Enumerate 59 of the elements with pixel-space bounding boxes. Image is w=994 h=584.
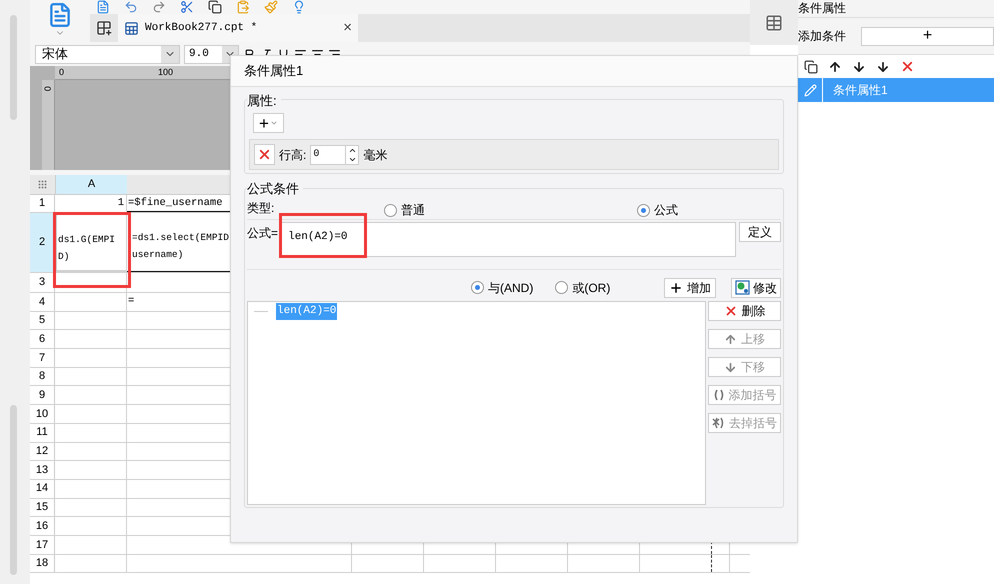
grid-plus-icon <box>96 20 112 36</box>
scrollbar[interactable] <box>10 405 17 575</box>
close-icon <box>257 147 272 162</box>
remove-brackets-icon <box>712 417 725 429</box>
size-select[interactable]: 9.0 <box>184 44 239 64</box>
font-select[interactable]: 宋体 <box>35 44 180 64</box>
plus-icon <box>669 280 683 294</box>
cell-text: =$fine_username <box>128 196 223 211</box>
arrow-down-icon <box>724 360 737 374</box>
copy-icon[interactable] <box>804 60 818 74</box>
redo-icon[interactable] <box>152 0 166 14</box>
row-height-label: 行高: <box>279 146 306 164</box>
file-tab[interactable]: WorkBook277.cpt * × <box>118 14 358 42</box>
radio-button[interactable] <box>555 281 568 294</box>
radio-label: 或(OR) <box>572 280 610 296</box>
type-label: 类型: <box>247 200 274 217</box>
add-property-button[interactable]: + <box>253 113 284 133</box>
bulb-icon[interactable] <box>292 0 306 14</box>
radio-label: 普通 <box>401 202 425 219</box>
list-icon[interactable] <box>96 0 110 14</box>
pencil-icon <box>804 84 816 96</box>
row-height-spinner[interactable]: 0 <box>310 144 360 164</box>
add-button[interactable]: 增加 <box>664 278 716 298</box>
side-button[interactable]: 删除 <box>708 301 781 321</box>
unit-label: 毫米 <box>363 146 388 164</box>
radio-button[interactable] <box>637 204 650 216</box>
row-header[interactable]: 2 <box>30 213 55 272</box>
cell-text: 1 <box>118 196 124 211</box>
radio-label: 公式 <box>654 202 678 219</box>
radio-button[interactable] <box>471 281 484 294</box>
remove-property-button[interactable] <box>254 144 275 165</box>
panel-title: 条件属性 <box>798 1 846 15</box>
add-condition-button[interactable]: + <box>861 26 994 46</box>
undo-icon[interactable] <box>124 0 138 14</box>
ruler: 0 <box>42 80 55 170</box>
formula-field[interactable]: len(A2)=0 <box>279 222 736 257</box>
table-icon[interactable] <box>765 14 783 32</box>
grid-dots-icon <box>38 180 47 189</box>
caret-icon <box>270 119 278 127</box>
scissors-icon[interactable] <box>180 0 194 14</box>
cell-text: = <box>128 294 134 309</box>
scrollbar[interactable] <box>10 15 17 120</box>
cell-text: ds1.G(EMPID) <box>58 233 116 264</box>
cell-text: =ds1.select(EMPID username) <box>132 231 230 262</box>
sheet-icon <box>124 20 139 36</box>
modify-button[interactable]: 修改 <box>731 278 781 298</box>
arrow-up-icon <box>724 332 737 346</box>
formula-label: 公式= <box>247 225 280 242</box>
tab-title: WorkBook277.cpt * <box>145 20 258 36</box>
radio-button[interactable] <box>384 204 397 216</box>
add-condition-label: 添加条件 <box>798 28 846 45</box>
tab-close[interactable]: × <box>343 16 352 40</box>
column-header[interactable]: A <box>55 175 127 194</box>
define-button[interactable]: 定义 <box>739 222 781 242</box>
radio-label: 与(AND) <box>488 280 534 296</box>
copy-icon[interactable] <box>208 0 222 14</box>
delete-icon[interactable] <box>900 59 915 74</box>
brackets-icon <box>712 389 724 401</box>
close-icon <box>724 304 738 318</box>
